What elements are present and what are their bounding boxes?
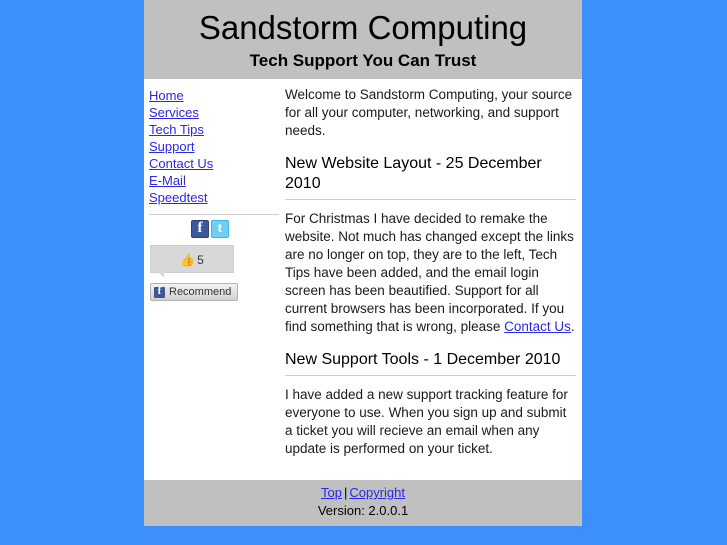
twitter-icon[interactable] [211,220,229,238]
sidebar-item-speedtest[interactable]: Speedtest [149,189,285,206]
sidebar-link-support[interactable]: Support [149,139,195,154]
sidebar-item-email[interactable]: E-Mail [149,172,285,189]
sidebar-link-email[interactable]: E-Mail [149,173,186,188]
site-header: Sandstorm Computing Tech Support You Can… [144,0,582,79]
sidebar-item-tech-tips[interactable]: Tech Tips [149,121,285,138]
main-content: Welcome to Sandstorm Computing, your sou… [285,79,582,472]
sidebar-item-contact-us[interactable]: Contact Us [149,155,285,172]
footer-link-copyright[interactable]: Copyright [349,485,405,500]
page-body: Home Services Tech Tips Support Contact … [144,79,582,488]
sidebar-item-support[interactable]: Support [149,138,285,155]
footer-version: Version: 2.0.0.1 [317,503,409,518]
sidebar-link-tech-tips[interactable]: Tech Tips [149,122,204,137]
facebook-icon[interactable] [191,219,209,238]
article-title-website-layout: New Website Layout - 25 December 2010 [285,154,576,200]
sidebar-link-services[interactable]: Services [149,105,199,120]
sidebar-link-contact-us[interactable]: Contact Us [149,156,213,171]
site-footer: Top | Copyright Version: 2.0.0.1 [144,480,582,526]
site-panel: Sandstorm Computing Tech Support You Can… [144,0,582,526]
like-count-bubble: 👍 5 [150,245,234,278]
footer-separator: | [343,485,348,500]
article-title-support-tools: New Support Tools - 1 December 2010 [285,350,576,376]
social-icons [149,215,285,238]
sidebar-nav: Home Services Tech Tips Support Contact … [149,87,285,206]
sidebar-link-speedtest[interactable]: Speedtest [149,190,208,205]
thumbs-up-icon: 👍 [180,252,196,267]
site-title: Sandstorm Computing [198,9,528,46]
recommend-label: Recommend [169,286,232,299]
sidebar-item-services[interactable]: Services [149,104,285,121]
sidebar: Home Services Tech Tips Support Contact … [144,79,285,302]
intro-paragraph: Welcome to Sandstorm Computing, your sou… [285,87,573,138]
article-body-text-part1: For Christmas I have decided to remake t… [285,211,574,334]
facebook-mini-icon [154,284,165,299]
recommend-button[interactable]: Recommend [150,283,239,302]
article-body-text-part2: . [570,319,575,334]
sidebar-link-home[interactable]: Home [149,88,184,103]
facebook-like-widget: 👍5 Recommend [150,245,239,302]
contact-us-inline-link[interactable]: Contact Us [504,319,571,334]
footer-links: Top | Copyright [144,484,582,502]
site-tagline: Tech Support You Can Trust [249,51,477,70]
footer-link-top[interactable]: Top [321,485,342,500]
sidebar-item-home[interactable]: Home [149,87,285,104]
like-count: 5 [197,252,204,267]
article-body-support-tools: I have added a new support tracking feat… [285,387,568,456]
article-body-website-layout: For Christmas I have decided to remake t… [285,210,576,336]
